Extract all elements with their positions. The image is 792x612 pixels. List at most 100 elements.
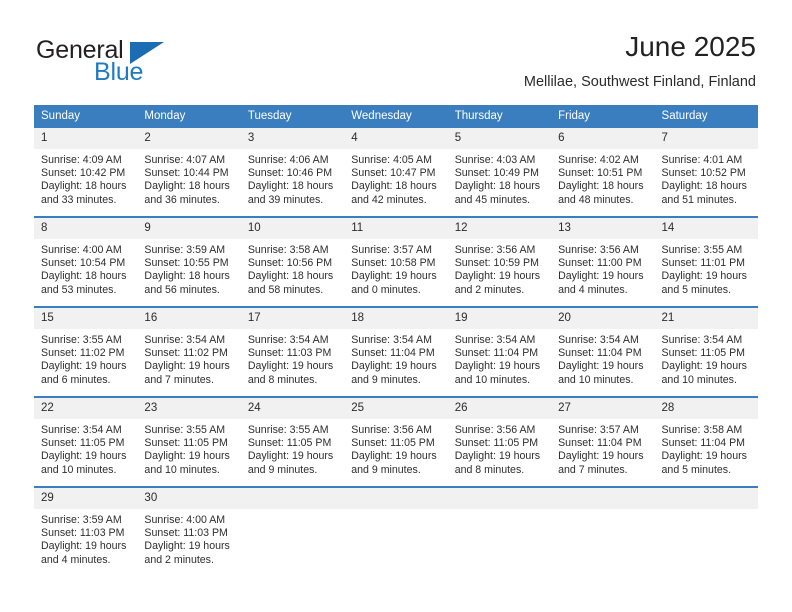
sunrise-time: Sunrise: 4:06 AM: [247, 154, 329, 166]
daylight-duration-line2: and 39 minutes.: [247, 193, 324, 206]
sunrise-time: Sunrise: 3:56 AM: [558, 244, 639, 256]
daylight-duration-line1: Daylight: 19 hours: [144, 540, 230, 553]
day-number: 21: [654, 308, 758, 329]
calendar-day-cell[interactable]: 4 Sunrise: 4:05 AM Sunset: 10:47 PM Dayligh…: [344, 128, 448, 217]
calendar-day-cell[interactable]: 12 Sunrise: 3:56 AM Sunset: 10:59 PM Daylig…: [447, 216, 552, 307]
sunset-time: Sunset: 10:54 PM: [41, 257, 126, 270]
calendar-body: 1 Sunrise: 4:09 AM Sunset: 10:42 PM Dayligh…: [34, 128, 758, 576]
calendar-week-row: 29 Sunrise: 3:59 AM Sunset: 11:03 PM Daylig…: [34, 486, 758, 576]
calendar-day-cell[interactable]: 28 Sunrise: 3:58 AM Sunset: 11:04 PM Daylig…: [654, 396, 758, 487]
page-subtitle: Mellilae, Southwest Finland, Finland: [523, 74, 756, 90]
daylight-duration-line1: Daylight: 18 hours: [247, 180, 334, 193]
day-cell-inner: 26 Sunrise: 3:56 AM Sunset: 11:05 PM Daylig…: [447, 398, 552, 486]
sunset-time: Sunset: 11:04 PM: [558, 437, 642, 450]
calendar-day-cell[interactable]: 5 Sunrise: 4:03 AM Sunset: 10:49 PM Dayligh…: [447, 128, 552, 217]
day-cell-inner: 10 Sunrise: 3:58 AM Sunset: 10:56 PM Daylig…: [240, 218, 345, 306]
day-sun-info: Sunrise: 3:54 AM Sunset: 11:05 PM Daylight…: [34, 419, 137, 477]
calendar-day-cell[interactable]: 7 Sunrise: 4:01 AM Sunset: 10:52 PM Dayligh…: [654, 128, 758, 217]
calendar-day-cell[interactable]: 9 Sunrise: 3:59 AM Sunset: 10:55 PM Dayligh…: [137, 216, 241, 307]
day-cell-inner: 30 Sunrise: 4:00 AM Sunset: 11:03 PM Daylig…: [137, 488, 241, 576]
sunset-time: Sunset: 11:04 PM: [661, 437, 745, 450]
calendar-day-cell[interactable]: 21 Sunrise: 3:54 AM Sunset: 11:05 PM Daylig…: [654, 306, 758, 397]
daylight-duration-line1: Daylight: 19 hours: [661, 270, 747, 283]
day-cell-inner: 5 Sunrise: 4:03 AM Sunset: 10:49 PM Dayligh…: [447, 128, 552, 216]
daylight-duration-line1: Daylight: 19 hours: [558, 270, 644, 283]
sunset-time: Sunset: 10:58 PM: [351, 257, 436, 270]
page-header: General Blue June 2025 Mellilae, Southwe…: [0, 0, 792, 100]
sunset-time: Sunset: 11:04 PM: [454, 347, 539, 360]
day-cell-inner: 7 Sunrise: 4:01 AM Sunset: 10:52 PM Dayligh…: [654, 128, 758, 216]
daylight-duration-line1: Daylight: 18 hours: [144, 270, 230, 283]
day-sun-info: Sunrise: 3:54 AM Sunset: 11:02 PM Daylight…: [137, 329, 240, 387]
sunrise-time: Sunrise: 3:59 AM: [144, 244, 226, 256]
calendar-day-cell[interactable]: 19 Sunrise: 3:54 AM Sunset: 11:04 PM Daylig…: [447, 306, 552, 397]
calendar-day-cell[interactable]: 15 Sunrise: 3:55 AM Sunset: 11:02 PM Daylig…: [34, 306, 138, 397]
calendar-day-cell[interactable]: 16 Sunrise: 3:54 AM Sunset: 11:02 PM Daylig…: [137, 306, 241, 397]
day-cell-inner: 24 Sunrise: 3:55 AM Sunset: 11:05 PM Daylig…: [240, 398, 345, 486]
day-sun-info: [551, 509, 654, 514]
calendar-week-row: 22 Sunrise: 3:54 AM Sunset: 11:05 PM Daylig…: [34, 396, 758, 487]
sunset-time: Sunset: 11:01 PM: [661, 257, 745, 270]
calendar-day-cell[interactable]: 1 Sunrise: 4:09 AM Sunset: 10:42 PM Dayligh…: [34, 128, 138, 217]
sunrise-time: Sunrise: 3:55 AM: [144, 424, 226, 436]
day-number: 19: [447, 308, 552, 329]
day-sun-info: [448, 509, 551, 514]
calendar-day-cell[interactable]: 22 Sunrise: 3:54 AM Sunset: 11:05 PM Daylig…: [34, 396, 138, 487]
day-sun-info: [241, 509, 344, 514]
sunrise-time: Sunrise: 3:54 AM: [661, 334, 743, 346]
calendar-day-cell[interactable]: 13 Sunrise: 3:56 AM Sunset: 11:00 PM Daylig…: [551, 216, 655, 307]
calendar-day-cell[interactable]: 6 Sunrise: 4:02 AM Sunset: 10:51 PM Dayligh…: [551, 128, 655, 217]
day-cell-inner: [240, 488, 345, 576]
daylight-duration-line1: Daylight: 19 hours: [661, 450, 747, 463]
day-cell-inner: 9 Sunrise: 3:59 AM Sunset: 10:55 PM Dayligh…: [137, 218, 241, 306]
day-cell-inner: 18 Sunrise: 3:54 AM Sunset: 11:04 PM Daylig…: [344, 308, 448, 396]
day-cell-inner: 20 Sunrise: 3:54 AM Sunset: 11:04 PM Daylig…: [551, 308, 655, 396]
day-number: 29: [34, 488, 138, 509]
daylight-duration-line1: Daylight: 18 hours: [661, 180, 747, 193]
calendar-day-cell[interactable]: 27 Sunrise: 3:57 AM Sunset: 11:04 PM Daylig…: [551, 396, 655, 487]
calendar-day-cell[interactable]: 14 Sunrise: 3:55 AM Sunset: 11:01 PM Daylig…: [654, 216, 758, 307]
day-number: 30: [137, 488, 241, 509]
day-cell-inner: 13 Sunrise: 3:56 AM Sunset: 11:00 PM Daylig…: [551, 218, 655, 306]
day-number: 17: [240, 308, 345, 329]
daylight-duration-line1: Daylight: 19 hours: [144, 360, 230, 373]
day-cell-inner: 29 Sunrise: 3:59 AM Sunset: 11:03 PM Daylig…: [34, 488, 138, 576]
weekday-header-saturday: Saturday: [654, 105, 758, 128]
calendar-day-cell[interactable]: 11 Sunrise: 3:57 AM Sunset: 10:58 PM Daylig…: [344, 216, 448, 307]
daylight-duration-line2: and 5 minutes.: [661, 283, 732, 296]
daylight-duration-line1: Daylight: 19 hours: [454, 270, 541, 283]
calendar-day-cell[interactable]: 29 Sunrise: 3:59 AM Sunset: 11:03 PM Daylig…: [34, 486, 138, 576]
calendar-day-cell[interactable]: 18 Sunrise: 3:54 AM Sunset: 11:04 PM Daylig…: [344, 306, 448, 397]
day-sun-info: Sunrise: 3:59 AM Sunset: 11:03 PM Daylight…: [34, 509, 137, 567]
calendar-day-cell[interactable]: 24 Sunrise: 3:55 AM Sunset: 11:05 PM Daylig…: [240, 396, 345, 487]
daylight-duration-line1: Daylight: 19 hours: [247, 450, 334, 463]
day-sun-info: Sunrise: 3:55 AM Sunset: 11:01 PM Daylight…: [655, 239, 758, 297]
day-cell-inner: 2 Sunrise: 4:07 AM Sunset: 10:44 PM Dayligh…: [137, 128, 241, 216]
day-cell-inner: 1 Sunrise: 4:09 AM Sunset: 10:42 PM Dayligh…: [34, 128, 138, 216]
calendar-day-cell[interactable]: 10 Sunrise: 3:58 AM Sunset: 10:56 PM Daylig…: [240, 216, 345, 307]
title-block: June 2025 Mellilae, Southwest Finland, F…: [524, 30, 756, 91]
sunrise-time: Sunrise: 3:54 AM: [247, 334, 329, 346]
daylight-duration-line2: and 33 minutes.: [41, 193, 117, 206]
daylight-duration-line2: and 2 minutes.: [454, 283, 525, 296]
daylight-duration-line1: Daylight: 19 hours: [454, 450, 541, 463]
general-blue-logo[interactable]: General Blue: [36, 36, 216, 88]
weekday-header-monday: Monday: [137, 105, 241, 128]
calendar-day-cell[interactable]: 8 Sunrise: 4:00 AM Sunset: 10:54 PM Dayligh…: [34, 216, 138, 307]
calendar-day-cell[interactable]: 3 Sunrise: 4:06 AM Sunset: 10:46 PM Dayligh…: [240, 128, 345, 217]
calendar-day-cell[interactable]: 26 Sunrise: 3:56 AM Sunset: 11:05 PM Daylig…: [447, 396, 552, 487]
calendar-day-cell[interactable]: 23 Sunrise: 3:55 AM Sunset: 11:05 PM Daylig…: [137, 396, 241, 487]
sunrise-time: Sunrise: 3:54 AM: [41, 424, 122, 436]
day-cell-inner: 21 Sunrise: 3:54 AM Sunset: 11:05 PM Daylig…: [654, 308, 758, 396]
calendar-day-cell[interactable]: 17 Sunrise: 3:54 AM Sunset: 11:03 PM Daylig…: [240, 306, 345, 397]
daylight-duration-line2: and 9 minutes.: [351, 373, 421, 386]
daylight-duration-line2: and 7 minutes.: [144, 373, 214, 386]
calendar-header-row: Sunday Monday Tuesday Wednesday Thursday Frid…: [34, 105, 758, 128]
day-sun-info: Sunrise: 3:55 AM Sunset: 11:05 PM Daylight…: [137, 419, 240, 477]
calendar-day-cell[interactable]: 25 Sunrise: 3:56 AM Sunset: 11:05 PM Daylig…: [344, 396, 448, 487]
calendar-day-cell[interactable]: 2 Sunrise: 4:07 AM Sunset: 10:44 PM Dayligh…: [137, 128, 241, 217]
day-sun-info: Sunrise: 3:58 AM Sunset: 11:04 PM Daylight…: [655, 419, 758, 477]
calendar-day-cell[interactable]: 20 Sunrise: 3:54 AM Sunset: 11:04 PM Daylig…: [551, 306, 655, 397]
calendar-day-cell[interactable]: 30 Sunrise: 4:00 AM Sunset: 11:03 PM Daylig…: [137, 486, 241, 576]
day-cell-inner: 19 Sunrise: 3:54 AM Sunset: 11:04 PM Daylig…: [447, 308, 552, 396]
